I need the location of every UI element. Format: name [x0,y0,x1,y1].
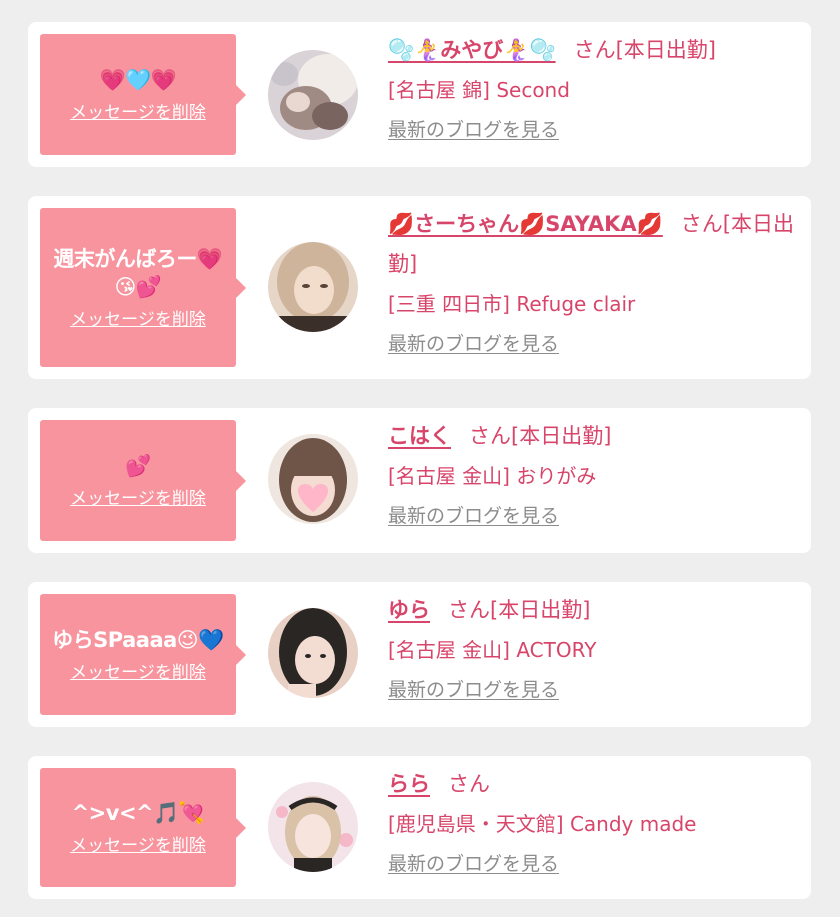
delete-message-link[interactable]: メッセージを削除 [70,662,206,684]
message-bubble: 週末がんばろー💗 😘💕 メッセージを削除 [40,208,246,367]
blog-link[interactable]: 最新のブログを見る [388,676,559,704]
cast-avatar[interactable] [268,608,358,698]
message-card: 週末がんばろー💗 😘💕 メッセージを削除 💋さーちゃん💋SAYAKA💋 さん[本日… [28,196,811,379]
photo-avatar-icon [268,434,358,524]
delete-message-link[interactable]: メッセージを削除 [70,835,206,857]
cast-avatar[interactable] [268,242,358,332]
cast-name-link[interactable]: らら [388,772,430,796]
message-bubble: 💕 メッセージを削除 [40,420,246,541]
photo-avatar-icon [268,242,358,332]
message-card: 💕 メッセージを削除 こはく さん[本日出勤] [名古屋 金山] おりがみ 最新の… [28,408,811,553]
message-card: 💗🩵💗 メッセージを削除 🫧🧜‍♀️みやび🧜‍♀️🫧 さん[本日出勤] [名古屋 … [28,22,811,167]
cast-info: こはく さん[本日出勤] [名古屋 金山] おりがみ 最新のブログを見る [388,416,798,530]
message-bubble: 💗🩵💗 メッセージを削除 [40,34,246,155]
shop-info: [鹿児島県・天文館] Candy made [388,812,697,836]
cast-name-line: 🫧🧜‍♀️みやび🧜‍♀️🫧 さん[本日出勤] [388,30,798,70]
cast-info: ゆら さん[本日出勤] [名古屋 金山] ACTORY 最新のブログを見る [388,590,798,704]
cast-status: さん[本日出勤] [469,424,612,448]
cast-avatar[interactable] [268,782,358,872]
cast-name-link[interactable]: ゆら [388,598,430,622]
blog-link[interactable]: 最新のブログを見る [388,850,559,878]
cast-info: らら さん [鹿児島県・天文館] Candy made 最新のブログを見る [388,764,798,878]
message-bubble: ^>v<^🎵💘 メッセージを削除 [40,768,246,887]
cast-name-line: らら さん [388,764,798,804]
message-text: ^>v<^🎵💘 [71,800,205,825]
cast-name-line: こはく さん[本日出勤] [388,416,798,456]
delete-message-link[interactable]: メッセージを削除 [70,102,206,124]
photo-avatar-icon [268,782,358,872]
shop-info: [名古屋 金山] ACTORY [388,638,597,662]
cast-info: 💋さーちゃん💋SAYAKA💋 さん[本日出勤] [三重 四日市] Refuge c… [388,204,798,358]
photo-avatar-icon [268,608,358,698]
cast-name-line: 💋さーちゃん💋SAYAKA💋 さん[本日出勤] [388,204,798,284]
message-card: ^>v<^🎵💘 メッセージを削除 らら さん [鹿児島県・天文館] Candy m… [28,756,811,899]
cast-status: さん[本日出勤] [573,38,716,62]
delete-message-link[interactable]: メッセージを削除 [70,488,206,510]
cast-info: 🫧🧜‍♀️みやび🧜‍♀️🫧 さん[本日出勤] [名古屋 錦] Second 最新の… [388,30,798,144]
cast-status: さん [448,772,490,796]
delete-message-link[interactable]: メッセージを削除 [70,309,206,331]
cast-avatar[interactable] [268,434,358,524]
message-text: ゆらSPaaaa😉💙 [52,627,224,652]
cast-status: さん[本日出勤] [448,598,591,622]
cast-name-link[interactable]: 💋さーちゃん💋SAYAKA💋 [388,212,663,236]
message-card: ゆらSPaaaa😉💙 メッセージを削除 ゆら さん[本日出勤] [名古屋 金山] … [28,582,811,727]
blog-link[interactable]: 最新のブログを見る [388,116,559,144]
message-text: 💕 [125,453,151,478]
shop-info: [名古屋 錦] Second [388,78,570,102]
message-text: 週末がんばろー💗 😘💕 [53,246,223,299]
message-bubble: ゆらSPaaaa😉💙 メッセージを削除 [40,594,246,715]
shop-info: [三重 四日市] Refuge clair [388,292,636,316]
photo-avatar-icon [268,50,358,140]
cast-name-link[interactable]: こはく [388,424,451,448]
cast-name-link[interactable]: 🫧🧜‍♀️みやび🧜‍♀️🫧 [388,38,556,62]
shop-info: [名古屋 金山] おりがみ [388,464,597,488]
blog-link[interactable]: 最新のブログを見る [388,330,559,358]
message-text: 💗🩵💗 [99,67,177,92]
cast-avatar[interactable] [268,50,358,140]
blog-link[interactable]: 最新のブログを見る [388,502,559,530]
cast-name-line: ゆら さん[本日出勤] [388,590,798,630]
message-list: 💗🩵💗 メッセージを削除 🫧🧜‍♀️みやび🧜‍♀️🫧 さん[本日出勤] [名古屋 … [0,0,840,917]
